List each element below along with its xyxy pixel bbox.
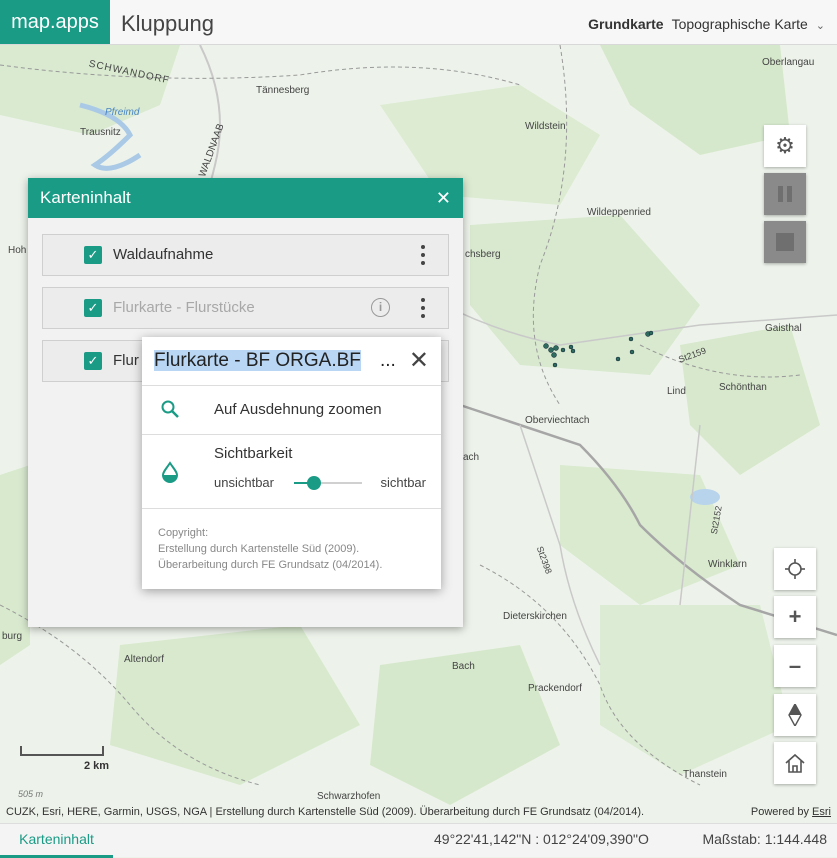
home-button[interactable]	[774, 742, 816, 784]
map-label: ach	[463, 452, 480, 463]
slider-handle[interactable]	[307, 476, 322, 490]
copyright-line: Erstellung durch Kartenstelle Süd (2009)…	[158, 543, 360, 555]
layer-item[interactable]: ✓ Flurkarte - Flurstücke i	[42, 287, 449, 329]
settings-button[interactable]: ⚙	[764, 125, 806, 167]
map-label: Schönthan	[719, 382, 767, 393]
attribution: CUZK, Esri, HERE, Garmin, USGS, NGA | Er…	[0, 802, 837, 822]
brand-logo[interactable]: map.apps	[0, 0, 110, 44]
zoom-in-button[interactable]: +	[774, 596, 816, 638]
plus-icon: +	[788, 604, 802, 629]
layer-checkbox[interactable]: ✓	[84, 352, 102, 370]
map-label: chsberg	[465, 249, 501, 260]
panel-title: Karteninhalt	[40, 188, 131, 207]
map-label: Dieterskirchen	[503, 611, 567, 622]
esri-link[interactable]: Esri	[812, 806, 831, 818]
search-icon	[161, 400, 179, 418]
stop-icon	[776, 233, 794, 251]
title-ellipsis: ...	[380, 350, 396, 371]
powered-by: Powered by Esri	[751, 802, 831, 822]
app-title: Kluppung	[121, 11, 214, 36]
basemap-selector[interactable]: Grundkarte Topographische Karte ⌄	[588, 0, 825, 50]
zoom-to-extent-button[interactable]: Auf Ausdehnung zoomen	[142, 386, 441, 435]
visibility-max-label: sichtbar	[380, 475, 426, 490]
map-label: Wildstein	[525, 121, 566, 132]
layer-item[interactable]: ✓ Waldaufnahme	[42, 234, 449, 276]
info-icon[interactable]: i	[371, 298, 390, 317]
zoom-out-button[interactable]: –	[774, 645, 816, 687]
map-label: Trausnitz	[80, 127, 121, 138]
panel-header: Karteninhalt ✕	[28, 178, 463, 218]
basemap-value: Topographische Karte	[671, 16, 808, 32]
layer-checkbox[interactable]: ✓	[84, 246, 102, 264]
map-label: Pfreimd	[105, 107, 140, 118]
tab-karteninhalt[interactable]: Karteninhalt	[0, 824, 113, 858]
popup-title[interactable]: Flurkarte - BF ORGA.BF	[154, 350, 380, 374]
gear-icon: ⚙	[775, 133, 795, 158]
map-label: Prackendorf	[528, 683, 582, 694]
stop-button[interactable]	[764, 221, 806, 263]
layer-name: Flurkarte - Flurstücke	[113, 299, 255, 316]
pause-button[interactable]	[764, 173, 806, 215]
close-icon[interactable]: ✕	[409, 346, 429, 375]
bottom-bar: Karteninhalt 49°22'41,142"N : 012°24'09,…	[0, 823, 837, 858]
top-bar: map.apps Kluppung Grundkarte Topographisc…	[0, 0, 837, 45]
basemap-label: Grundkarte	[588, 16, 664, 32]
more-options-icon[interactable]	[420, 245, 426, 265]
map-label: Winklarn	[708, 559, 747, 570]
powered-by-prefix: Powered by	[750, 806, 809, 818]
more-options-icon[interactable]	[420, 298, 426, 318]
copyright-text: Copyright: Erstellung durch Kartenstelle…	[158, 525, 382, 573]
scale-bar	[20, 746, 104, 756]
map-label: Oberlangau	[762, 57, 815, 68]
map-label: Tännesberg	[256, 85, 310, 96]
map-label: Schwarzhofen	[317, 791, 381, 802]
minus-icon: –	[788, 653, 802, 678]
map-label: Bach	[452, 661, 475, 672]
map-label: burg	[2, 631, 23, 642]
visibility-min-label: unsichtbar	[214, 475, 274, 490]
attribution-text: CUZK, Esri, HERE, Garmin, USGS, NGA | Er…	[6, 806, 645, 818]
compass-icon	[788, 704, 802, 726]
zoom-to-extent-label: Auf Ausdehnung zoomen	[214, 401, 382, 418]
copyright-line: Copyright:	[158, 527, 209, 539]
visibility-slider[interactable]	[294, 476, 362, 490]
opacity-drop-icon	[161, 461, 179, 483]
map-label: Gaisthal	[765, 323, 802, 334]
layer-options-popup: Flurkarte - BF ORGA.BF ... ✕ Auf Ausdehn…	[142, 337, 441, 589]
visibility-title: Sichtbarkeit	[214, 445, 293, 462]
visibility-control: Sichtbarkeit unsichtbar sichtbar	[142, 435, 441, 509]
close-icon[interactable]: ✕	[436, 178, 451, 218]
compass-button[interactable]	[774, 694, 816, 736]
layer-name: Waldaufnahme	[113, 246, 214, 263]
scale-bar-label: 2 km	[84, 760, 110, 772]
locate-button[interactable]	[774, 548, 816, 590]
map-label: Wildeppenried	[587, 207, 651, 218]
scale-display: Maßstab: 1:144.448	[702, 831, 827, 847]
map-label: Altendorf	[124, 654, 165, 665]
map-label: 505 m	[18, 789, 44, 799]
map-label: Oberviechtach	[525, 415, 590, 426]
layer-name: Flur	[113, 352, 139, 369]
coordinates-display: 49°22'41,142"N : 012°24'09,390"O	[434, 831, 649, 847]
chevron-down-icon: ⌄	[815, 20, 825, 32]
home-icon	[785, 753, 805, 773]
crosshair-icon	[785, 559, 805, 579]
map-label: Lind	[667, 386, 686, 397]
popup-header: Flurkarte - BF ORGA.BF ... ✕	[142, 337, 441, 386]
map-label: Hoh	[8, 245, 27, 256]
map-label: Thanstein	[683, 769, 727, 780]
copyright-line: Überarbeitung durch FE Grundsatz (04/201…	[158, 559, 383, 571]
layer-checkbox[interactable]: ✓	[84, 299, 102, 317]
pause-icon	[778, 186, 792, 202]
